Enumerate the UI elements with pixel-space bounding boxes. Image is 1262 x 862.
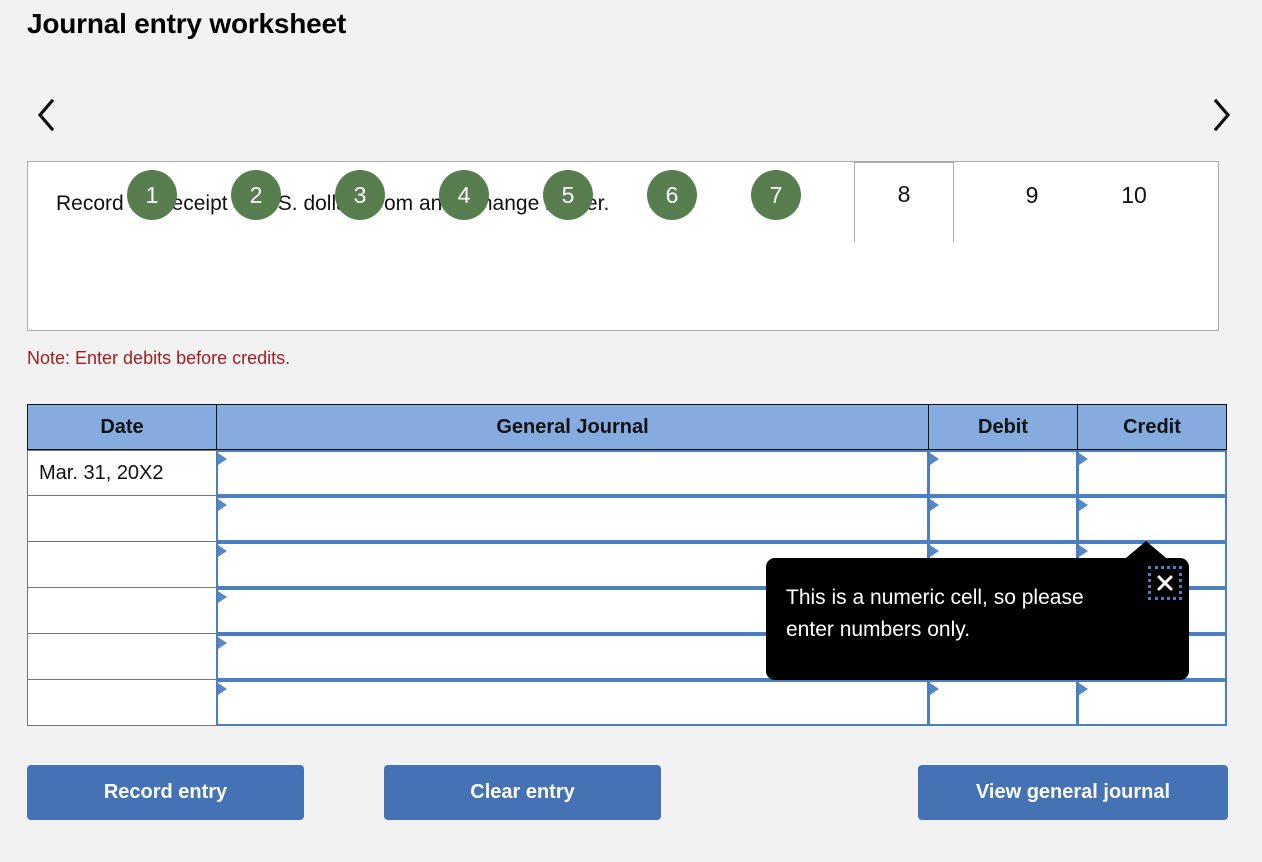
table-row: Mar. 31, 20X2 <box>27 450 1228 496</box>
worksheet-tab-9[interactable]: 9 <box>1007 170 1057 220</box>
worksheet-tab-8-active[interactable]: 8 <box>854 162 954 242</box>
credit-cell[interactable] <box>1077 450 1227 496</box>
worksheet-tab-10[interactable]: 10 <box>1109 170 1159 220</box>
general-journal-cell[interactable] <box>216 450 929 496</box>
close-x-icon[interactable] <box>1148 566 1182 600</box>
general-journal-cell[interactable] <box>216 496 929 542</box>
worksheet-tab-1[interactable]: 1 <box>127 170 177 220</box>
journal-entry-worksheet-page: Journal entry worksheet 1 2 3 4 5 6 7 9 … <box>0 0 1262 862</box>
date-cell[interactable] <box>27 634 217 680</box>
date-cell[interactable] <box>27 680 217 726</box>
general-journal-cell[interactable] <box>216 680 929 726</box>
next-page-button[interactable] <box>1198 80 1246 150</box>
tooltip-pointer-arrow <box>1120 541 1172 563</box>
worksheet-tab-3[interactable]: 3 <box>335 170 385 220</box>
date-cell[interactable]: Mar. 31, 20X2 <box>27 450 217 496</box>
page-title: Journal entry worksheet <box>27 8 347 39</box>
worksheet-tab-8-label: 8 <box>897 181 911 207</box>
clear-entry-button[interactable]: Clear entry <box>384 765 661 820</box>
table-header-row: Date General Journal Debit Credit <box>27 404 1228 450</box>
worksheet-tab-7[interactable]: 7 <box>751 170 801 220</box>
debit-cell[interactable] <box>928 680 1078 726</box>
worksheet-tab-2[interactable]: 2 <box>231 170 281 220</box>
chevron-right-icon <box>1212 98 1232 132</box>
debit-cell[interactable] <box>928 496 1078 542</box>
worksheet-tab-5[interactable]: 5 <box>543 170 593 220</box>
credit-cell[interactable] <box>1077 680 1227 726</box>
record-entry-button[interactable]: Record entry <box>27 765 304 820</box>
previous-page-button[interactable] <box>22 80 70 150</box>
worksheet-tab-4[interactable]: 4 <box>439 170 489 220</box>
view-general-journal-button[interactable]: View general journal <box>918 765 1228 820</box>
worksheet-tab-strip: 1 2 3 4 5 6 7 9 10 8 <box>0 80 1262 242</box>
date-cell[interactable] <box>27 588 217 634</box>
date-cell[interactable] <box>27 542 217 588</box>
debits-before-credits-note: Note: Enter debits before credits. <box>27 348 291 368</box>
date-cell[interactable] <box>27 496 217 542</box>
table-row <box>27 496 1228 542</box>
credit-cell[interactable] <box>1077 496 1227 542</box>
debit-cell[interactable] <box>928 450 1078 496</box>
column-header-general-journal: General Journal <box>216 404 929 450</box>
table-row <box>27 680 1228 726</box>
column-header-credit: Credit <box>1077 404 1227 450</box>
tooltip-message: This is a numeric cell, so please enter … <box>786 586 1084 641</box>
column-header-date: Date <box>27 404 217 450</box>
column-header-debit: Debit <box>928 404 1078 450</box>
chevron-left-icon <box>36 98 56 132</box>
numeric-cell-tooltip: This is a numeric cell, so please enter … <box>766 558 1189 680</box>
worksheet-tab-6[interactable]: 6 <box>647 170 697 220</box>
